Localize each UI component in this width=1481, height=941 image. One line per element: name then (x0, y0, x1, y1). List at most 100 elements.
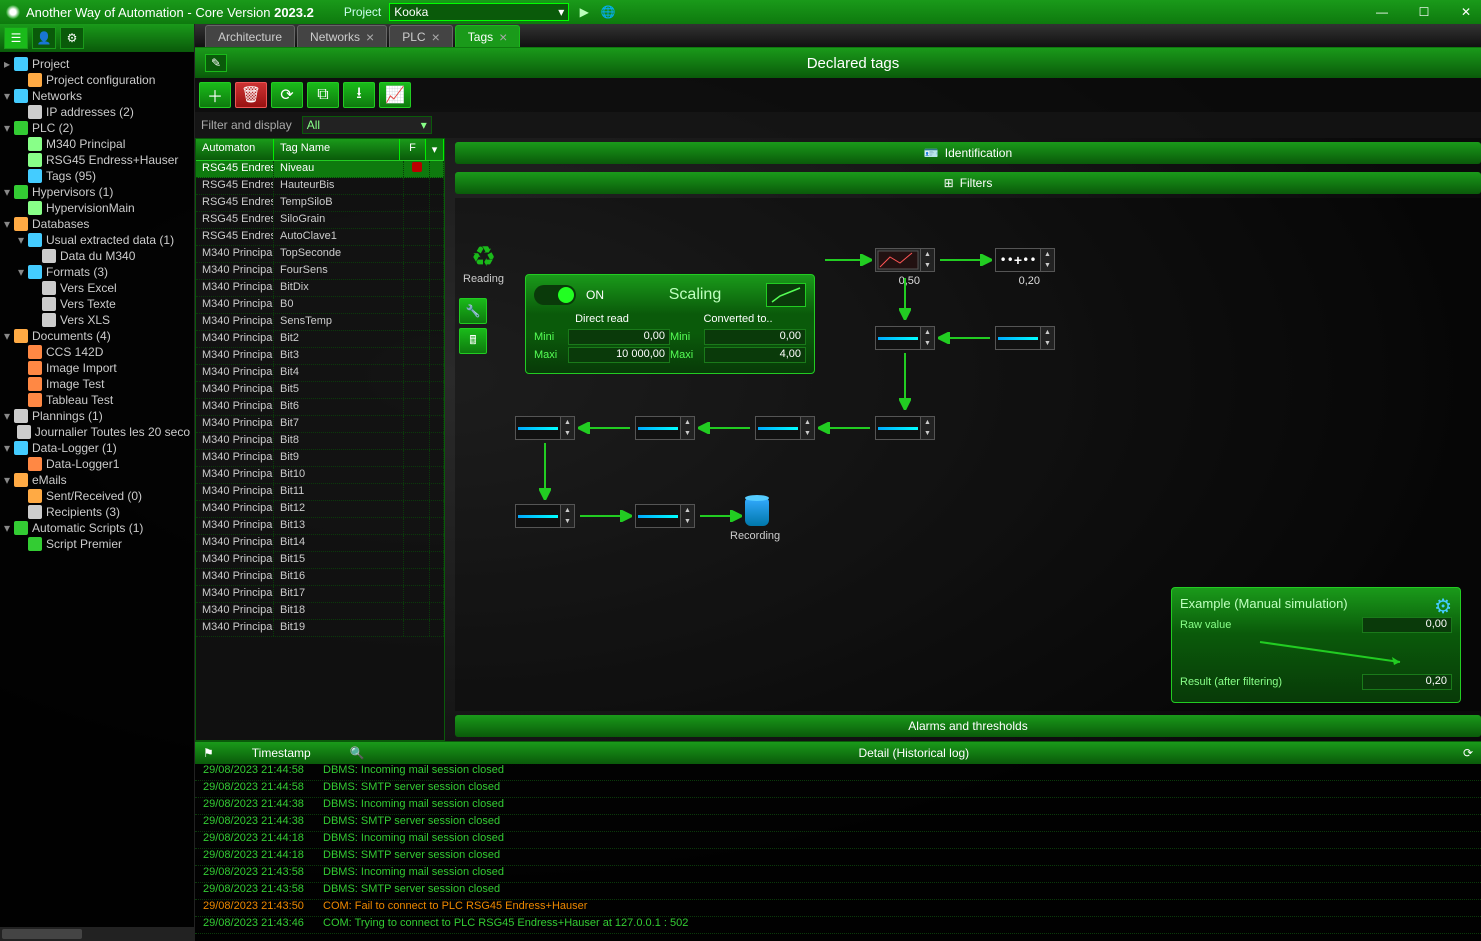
tree-item[interactable]: Project configuration (0, 72, 194, 88)
chart-button[interactable]: 📈 (379, 82, 411, 108)
filter-node-1[interactable]: ▲▼ 0,50 (875, 248, 935, 272)
minimize-button[interactable]: — (1373, 3, 1391, 21)
download-button[interactable]: ⭳ (343, 82, 375, 108)
close-icon[interactable]: × (432, 29, 440, 45)
table-row[interactable]: RSG45 Endress+SiloGrain (196, 212, 444, 229)
log-row[interactable]: 29/08/2023 21:44:38DBMS: Incoming mail s… (195, 798, 1481, 815)
table-row[interactable]: M340 PrincipalBit15 (196, 552, 444, 569)
log-row[interactable]: 29/08/2023 21:44:58DBMS: SMTP server ses… (195, 781, 1481, 798)
tree-item[interactable]: M340 Principal (0, 136, 194, 152)
tab-tags[interactable]: Tags× (455, 25, 521, 47)
tree-item[interactable]: Image Test (0, 376, 194, 392)
table-row[interactable]: M340 PrincipalBit2 (196, 331, 444, 348)
tree-item[interactable]: Recipients (3) (0, 504, 194, 520)
tab-plc[interactable]: PLC× (389, 25, 453, 47)
log-row[interactable]: 29/08/2023 21:43:58DBMS: SMTP server ses… (195, 883, 1481, 900)
tree-item[interactable]: ▾Usual extracted data (1) (0, 232, 194, 248)
flag-icon[interactable]: ⚑ (195, 746, 222, 760)
tree-item[interactable]: Data du M340 (0, 248, 194, 264)
table-row[interactable]: M340 PrincipalBit19 (196, 620, 444, 637)
section-alarms[interactable]: Alarms and thresholds (455, 715, 1481, 737)
log-row[interactable]: 29/08/2023 21:43:46COM: Trying to connec… (195, 917, 1481, 934)
edit-icon[interactable]: ✎ (205, 54, 227, 72)
calc-button[interactable]: 🖩 (459, 328, 487, 354)
tree-item[interactable]: ▾Hypervisors (1) (0, 184, 194, 200)
table-row[interactable]: M340 PrincipalBit12 (196, 501, 444, 518)
table-row[interactable]: M340 PrincipalBit8 (196, 433, 444, 450)
table-row[interactable]: M340 PrincipalBit14 (196, 535, 444, 552)
delete-button[interactable]: 🗑 (235, 82, 267, 108)
tree-item[interactable]: Vers XLS (0, 312, 194, 328)
table-row[interactable]: RSG45 Endress+HauteurBis (196, 178, 444, 195)
tree-item[interactable]: HypervisionMain (0, 200, 194, 216)
table-row[interactable]: M340 PrincipalFourSens (196, 263, 444, 280)
sidebar-scrollbar[interactable] (0, 927, 194, 941)
tree-item[interactable]: Vers Excel (0, 280, 194, 296)
tree-item[interactable]: Journalier Toutes les 20 seco (0, 424, 194, 440)
search-icon[interactable]: 🔍 (342, 746, 373, 760)
log-timestamp-header[interactable]: Timestamp (222, 746, 342, 760)
table-row[interactable]: M340 PrincipalBit7 (196, 416, 444, 433)
tree-item[interactable]: ▾PLC (2) (0, 120, 194, 136)
refresh-log-button[interactable]: ⟳ (1455, 746, 1481, 760)
table-row[interactable]: M340 PrincipalBit16 (196, 569, 444, 586)
tag-grid-body[interactable]: RSG45 Endress+NiveauRSG45 Endress+Hauteu… (196, 161, 444, 740)
maximize-button[interactable]: ☐ (1415, 3, 1433, 21)
close-icon[interactable]: × (499, 29, 507, 45)
tree-item[interactable]: Tags (95) (0, 168, 194, 184)
table-row[interactable]: M340 PrincipalBit3 (196, 348, 444, 365)
table-row[interactable]: M340 PrincipalBit10 (196, 467, 444, 484)
copy-button[interactable]: ⧉ (307, 82, 339, 108)
section-identification[interactable]: 🪪 Identification (455, 142, 1481, 164)
filter-node-r2a[interactable]: ▲▼ (875, 326, 935, 350)
tree-item[interactable]: Sent/Received (0) (0, 488, 194, 504)
table-row[interactable]: M340 PrincipalBit13 (196, 518, 444, 535)
col-sort-icon[interactable]: ▾ (426, 139, 444, 160)
project-tree[interactable]: ▸ProjectProject configuration▾NetworksIP… (0, 52, 194, 927)
tree-item[interactable]: ▾Networks (0, 88, 194, 104)
tab-networks[interactable]: Networks× (297, 25, 387, 47)
tree-item[interactable]: ▾Databases (0, 216, 194, 232)
log-row[interactable]: 29/08/2023 21:44:18DBMS: Incoming mail s… (195, 832, 1481, 849)
conv-maxi-input[interactable]: 4,00 (704, 347, 806, 363)
tab-architecture[interactable]: Architecture (205, 25, 295, 47)
table-row[interactable]: M340 PrincipalBit17 (196, 586, 444, 603)
table-row[interactable]: M340 PrincipalBit11 (196, 484, 444, 501)
filter-node-r2b[interactable]: ▲▼ (995, 326, 1055, 350)
tree-item[interactable]: CCS 142D (0, 344, 194, 360)
tree-item[interactable]: RSG45 Endress+Hauser (0, 152, 194, 168)
log-row[interactable]: 29/08/2023 21:44:58DBMS: Incoming mail s… (195, 764, 1481, 781)
filter-node-r4a[interactable]: ▲▼ (515, 504, 575, 528)
tree-item[interactable]: Tableau Test (0, 392, 194, 408)
filter-node-r3b[interactable]: ▲▼ (635, 416, 695, 440)
close-button[interactable]: ✕ (1457, 3, 1475, 21)
close-icon[interactable]: × (366, 29, 374, 45)
filter-node-r3a[interactable]: ▲▼ (515, 416, 575, 440)
down-icon[interactable]: ▼ (921, 260, 934, 271)
tree-item[interactable]: Data-Logger1 (0, 456, 194, 472)
up-icon[interactable]: ▲ (921, 249, 934, 260)
table-row[interactable]: M340 PrincipalBit4 (196, 365, 444, 382)
tree-item[interactable]: ▸Project (0, 56, 194, 72)
filter-node-r3c[interactable]: ▲▼ (755, 416, 815, 440)
col-tag-name[interactable]: Tag Name (274, 139, 400, 160)
globe-icon[interactable]: 🌐 (599, 3, 617, 21)
section-filters[interactable]: ⊞ Filters (455, 172, 1481, 194)
tree-item[interactable]: ▾Formats (3) (0, 264, 194, 280)
table-row[interactable]: M340 PrincipalB0 (196, 297, 444, 314)
log-row[interactable]: 29/08/2023 21:44:38DBMS: SMTP server ses… (195, 815, 1481, 832)
tree-item[interactable]: IP addresses (2) (0, 104, 194, 120)
table-row[interactable]: M340 PrincipalBit9 (196, 450, 444, 467)
tree-item[interactable]: ▾Plannings (1) (0, 408, 194, 424)
direct-maxi-input[interactable]: 10 000,00 (568, 347, 670, 363)
filter-select[interactable]: All ▾ (302, 116, 432, 134)
table-row[interactable]: RSG45 Endress+TempSiloB (196, 195, 444, 212)
table-row[interactable]: M340 PrincipalBit5 (196, 382, 444, 399)
table-row[interactable]: M340 PrincipalTopSeconde (196, 246, 444, 263)
refresh-button[interactable]: ⟳ (271, 82, 303, 108)
table-row[interactable]: M340 PrincipalBit6 (196, 399, 444, 416)
filter-node-2[interactable]: ••+•• ▲▼ 0,20 (995, 248, 1055, 272)
scaling-toggle[interactable] (534, 285, 576, 305)
tree-item[interactable]: ▾Automatic Scripts (1) (0, 520, 194, 536)
project-select[interactable]: Kooka ▾ (389, 3, 569, 21)
